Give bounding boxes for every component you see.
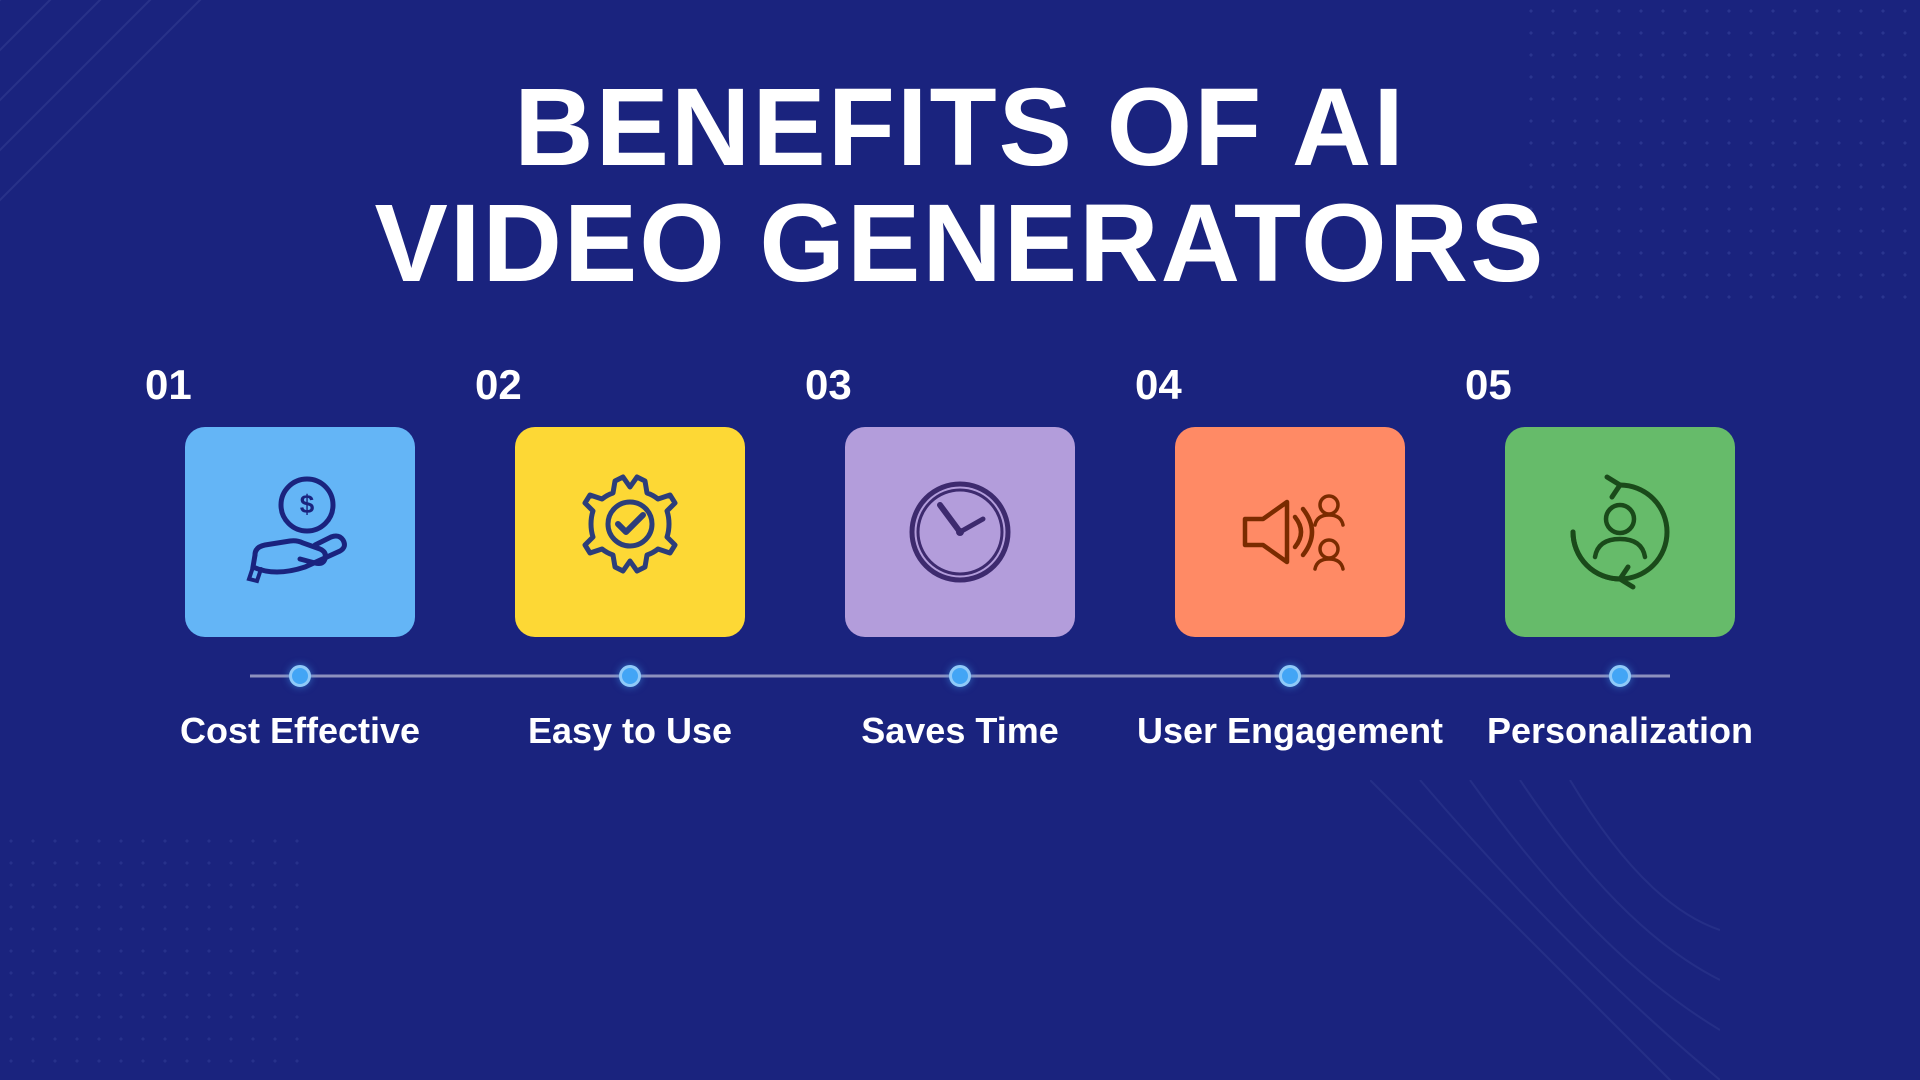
label-user-engagement: User Engagement	[1125, 709, 1455, 752]
card-personalization	[1505, 427, 1735, 637]
benefit-number-3: 03	[795, 361, 852, 409]
timeline-dot-3	[949, 665, 971, 687]
benefit-item-3: 03	[795, 361, 1125, 637]
user-cycle-icon	[1555, 467, 1685, 597]
cards-row: 01 $ 02	[135, 361, 1785, 637]
card-cost-effective: $	[185, 427, 415, 637]
timeline-row	[135, 665, 1785, 687]
benefit-item-5: 05	[1455, 361, 1785, 637]
clock-icon	[895, 467, 1025, 597]
label-easy-to-use: Easy to Use	[465, 709, 795, 752]
benefit-item-1: 01 $	[135, 361, 465, 637]
timeline-dot-4	[1279, 665, 1301, 687]
money-hand-icon: $	[235, 467, 365, 597]
card-user-engagement	[1175, 427, 1405, 637]
page-container: BENEFITS OF AI VIDEO GENERATORS 01 $	[0, 0, 1920, 1080]
megaphone-users-icon	[1225, 467, 1355, 597]
svg-text:$: $	[300, 489, 315, 519]
timeline-dot-1-wrapper	[135, 665, 465, 687]
main-title: BENEFITS OF AI VIDEO GENERATORS	[375, 70, 1546, 301]
benefit-number-5: 05	[1455, 361, 1512, 409]
timeline-dot-1	[289, 665, 311, 687]
benefit-item-4: 04	[1125, 361, 1455, 637]
benefits-section: 01 $ 02	[100, 361, 1820, 1020]
title-line2: VIDEO GENERATORS	[375, 182, 1546, 305]
gear-check-icon	[565, 467, 695, 597]
timeline-dot-2	[619, 665, 641, 687]
card-saves-time	[845, 427, 1075, 637]
title-line1: BENEFITS OF AI	[514, 66, 1406, 189]
timeline-dot-5	[1609, 665, 1631, 687]
labels-row: Cost Effective Easy to Use Saves Time Us…	[135, 709, 1785, 752]
benefit-number-1: 01	[135, 361, 192, 409]
label-personalization: Personalization	[1455, 709, 1785, 752]
benefit-number-2: 02	[465, 361, 522, 409]
timeline-dot-5-wrapper	[1455, 665, 1785, 687]
label-cost-effective: Cost Effective	[135, 709, 465, 752]
timeline-dot-3-wrapper	[795, 665, 1125, 687]
benefit-item-2: 02	[465, 361, 795, 637]
timeline-dot-2-wrapper	[465, 665, 795, 687]
label-saves-time: Saves Time	[795, 709, 1125, 752]
benefit-number-4: 04	[1125, 361, 1182, 409]
timeline-dot-4-wrapper	[1125, 665, 1455, 687]
card-easy-to-use	[515, 427, 745, 637]
